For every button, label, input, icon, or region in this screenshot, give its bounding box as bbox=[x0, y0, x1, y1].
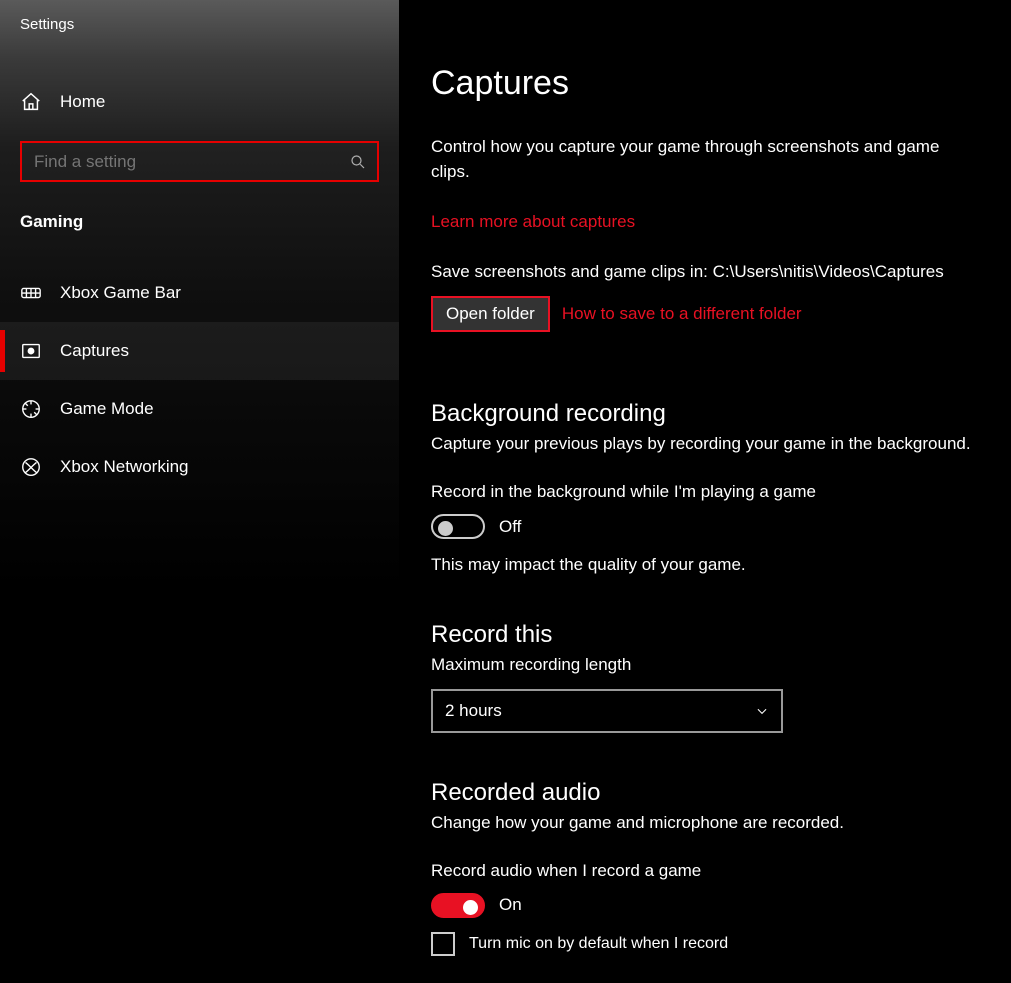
save-path-text: Save screenshots and game clips in: C:\U… bbox=[431, 262, 987, 282]
gamemode-icon bbox=[20, 398, 42, 420]
home-icon bbox=[20, 91, 42, 113]
sidebar-item-captures[interactable]: Captures bbox=[0, 322, 399, 380]
how-to-save-link[interactable]: How to save to a different folder bbox=[562, 304, 802, 324]
mic-checkbox-label: Turn mic on by default when I record bbox=[469, 935, 728, 953]
xbox-icon bbox=[20, 456, 42, 478]
category-heading: Gaming bbox=[0, 182, 399, 246]
record-this-sub: Maximum recording length bbox=[431, 653, 987, 677]
sidebar-item-label: Xbox Networking bbox=[60, 457, 189, 477]
captures-icon bbox=[20, 340, 42, 362]
page-intro: Control how you capture your game throug… bbox=[431, 135, 971, 184]
max-length-select[interactable]: 2 hours bbox=[431, 689, 783, 733]
nav-list: Xbox Game Bar Captures bbox=[0, 264, 399, 496]
home-nav[interactable]: Home bbox=[0, 81, 399, 123]
bg-record-toggle[interactable] bbox=[431, 514, 485, 539]
audio-toggle-label: Record audio when I record a game bbox=[431, 861, 987, 881]
gamebar-icon bbox=[20, 282, 42, 304]
sidebar-item-label: Game Mode bbox=[60, 399, 154, 419]
record-this-heading: Record this bbox=[431, 621, 987, 649]
sidebar-item-xboxnet[interactable]: Xbox Networking bbox=[0, 438, 399, 496]
record-audio-toggle[interactable] bbox=[431, 893, 485, 918]
sidebar-item-label: Captures bbox=[60, 341, 129, 361]
search-input[interactable] bbox=[20, 141, 379, 182]
main-content: Captures Control how you capture your ga… bbox=[399, 0, 1011, 983]
page-title: Captures bbox=[431, 64, 987, 103]
recorded-audio-subtext: Change how your game and microphone are … bbox=[431, 811, 987, 835]
home-label: Home bbox=[60, 92, 105, 112]
sidebar-item-label: Xbox Game Bar bbox=[60, 283, 181, 303]
background-recording-subtext: Capture your previous plays by recording… bbox=[431, 432, 987, 456]
search-icon bbox=[349, 153, 367, 171]
chevron-down-icon bbox=[755, 704, 769, 718]
sidebar-item-gamemode[interactable]: Game Mode bbox=[0, 380, 399, 438]
open-folder-button[interactable]: Open folder bbox=[431, 296, 550, 332]
audio-toggle-state: On bbox=[499, 895, 522, 915]
window-title: Settings bbox=[0, 8, 399, 47]
bg-toggle-state: Off bbox=[499, 517, 521, 537]
sidebar-item-gamebar[interactable]: Xbox Game Bar bbox=[0, 264, 399, 322]
background-recording-heading: Background recording bbox=[431, 400, 987, 428]
bg-toggle-label: Record in the background while I'm playi… bbox=[431, 482, 987, 502]
recorded-audio-heading: Recorded audio bbox=[431, 779, 987, 807]
bg-note: This may impact the quality of your game… bbox=[431, 555, 987, 575]
sidebar: Settings Home bbox=[0, 0, 399, 983]
max-length-value: 2 hours bbox=[445, 701, 502, 721]
mic-default-checkbox[interactable] bbox=[431, 932, 455, 956]
learn-more-link[interactable]: Learn more about captures bbox=[431, 212, 635, 232]
